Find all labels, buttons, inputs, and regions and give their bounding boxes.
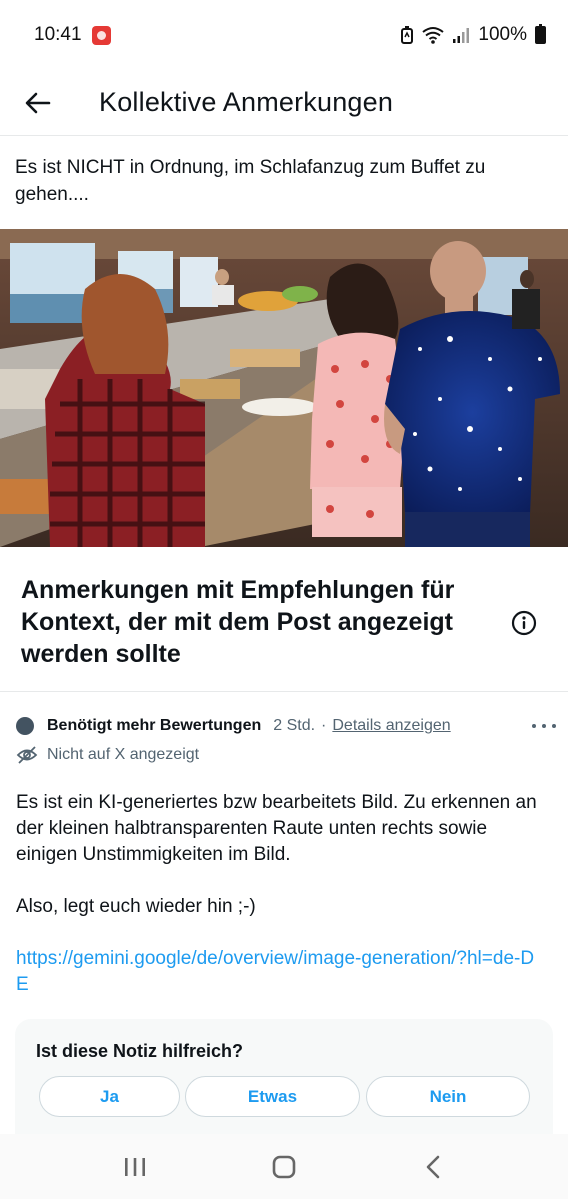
section-title: Anmerkungen mit Empfehlungen für Kontext…: [21, 576, 455, 668]
status-left: 10:41: [34, 24, 111, 46]
chevron-left-icon: [427, 1155, 440, 1178]
note-time: 2 Std.: [273, 717, 316, 734]
page-header: Kollektive Anmerkungen: [0, 70, 568, 136]
recent-apps-button[interactable]: [105, 1142, 165, 1192]
wifi-icon: [422, 27, 445, 44]
section-divider: [0, 691, 568, 692]
more-dot-icon: [532, 724, 536, 728]
recent-apps-icon: [124, 1157, 145, 1176]
status-bar: 10:41 100%: [0, 0, 568, 70]
info-button[interactable]: [511, 610, 537, 636]
note-paragraph-1: Es ist ein KI-generiertes bzw bearbeitet…: [16, 792, 537, 865]
note-status: Benötigt mehr Bewertungen: [47, 717, 262, 734]
system-nav-bar: [0, 1134, 568, 1199]
rating-question: Ist diese Notiz hilfreich?: [36, 1041, 244, 1061]
details-link[interactable]: Details anzeigen: [332, 717, 450, 735]
not-shown-label: Nicht auf X angezeigt: [47, 746, 200, 763]
battery-percentage: 100%: [478, 24, 527, 45]
not-shown-row: Nicht auf X angezeigt: [16, 744, 199, 766]
rating-card: Ist diese Notiz hilfreich? Ja Etwas Nein: [15, 1019, 553, 1134]
more-options-button[interactable]: [532, 716, 556, 736]
more-dot-icon: [542, 724, 546, 728]
status-time: 10:41: [34, 24, 82, 45]
note-paragraph-2: Also, legt euch wieder hin ;-): [16, 896, 256, 917]
rating-no-button[interactable]: Nein: [366, 1076, 530, 1117]
arrow-left-icon: [25, 92, 51, 113]
back-button[interactable]: [0, 70, 76, 136]
note-meta: Benötigt mehr Bewertungen 2 Std. · Detai…: [16, 714, 556, 738]
home-button[interactable]: [254, 1142, 314, 1192]
buffet-photo: [0, 229, 568, 547]
page-title: Kollektive Anmerkungen: [99, 87, 394, 117]
note-body: Es ist ein KI-generiertes bzw bearbeitet…: [16, 790, 546, 998]
eye-slash-icon: [16, 746, 38, 764]
rating-yes-button[interactable]: Ja: [39, 1076, 180, 1117]
status-right: 100%: [400, 24, 546, 46]
battery-saver-icon: [401, 26, 414, 44]
signal-icon: [453, 28, 470, 43]
system-back-button[interactable]: [403, 1142, 463, 1192]
post-image[interactable]: [0, 229, 568, 547]
home-icon: [272, 1155, 296, 1178]
more-dot-icon: [552, 724, 556, 728]
app-notification-icon: [91, 25, 111, 45]
note-separator: ·: [321, 717, 327, 734]
rating-somewhat-button[interactable]: Etwas: [185, 1076, 360, 1117]
note-source-link[interactable]: https://gemini.google/de/overview/image-…: [16, 946, 546, 998]
battery-icon: [535, 24, 546, 44]
post-text: Es ist NICHT in Ordnung, im Schlafanzug …: [15, 157, 486, 205]
info-icon: [511, 610, 537, 636]
status-dot-icon: [16, 717, 34, 735]
